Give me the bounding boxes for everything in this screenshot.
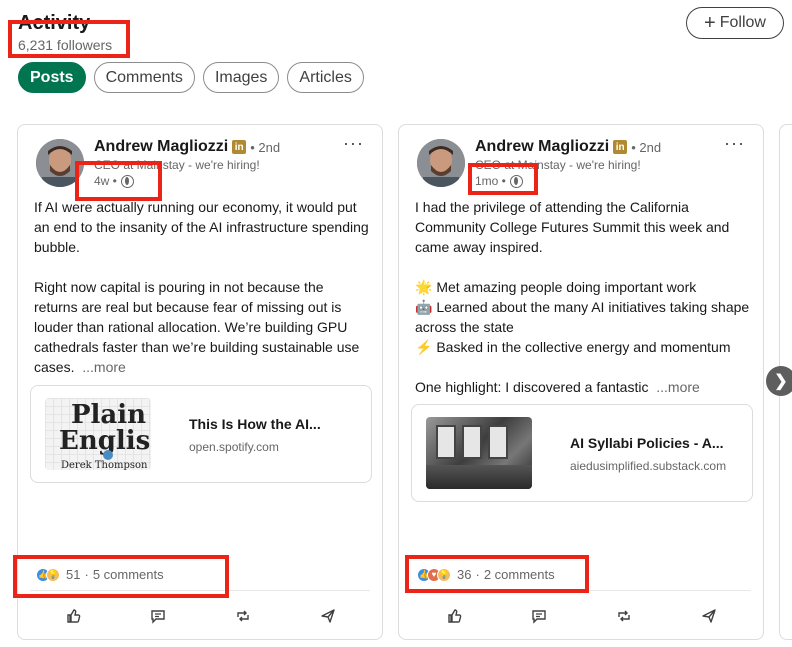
- see-more-link[interactable]: ...more: [656, 379, 700, 395]
- globe-icon: [509, 174, 523, 188]
- author-headline: CEO at Mainstay - we're hiring!: [94, 158, 260, 172]
- post-paragraph: 🌟 Met amazing people doing important wor…: [415, 279, 750, 355]
- post-age: 1mo •: [475, 174, 506, 188]
- link-source: open.spotify.com: [189, 440, 279, 454]
- insightful-reaction-icon: 💡: [46, 567, 60, 582]
- post-card[interactable]: Andrew Magliozzi in • 2nd CEO at Mainsta…: [398, 124, 764, 640]
- post-body: If AI were actually running our economy,…: [34, 197, 370, 377]
- post-actions: [411, 601, 751, 631]
- post-card[interactable]: Andrew Magliozzi in • 2nd CEO at Mainsta…: [17, 124, 383, 640]
- link-title: AI Syllabi Policies - A...: [570, 435, 724, 451]
- like-icon[interactable]: [434, 601, 474, 631]
- plus-icon: +: [704, 12, 716, 34]
- connection-degree: • 2nd: [250, 139, 281, 155]
- social-counts[interactable]: 👍 💡 51 · 5 comments: [36, 567, 164, 582]
- activity-panel: Activity 6,231 followers + Follow Posts …: [0, 0, 792, 647]
- link-preview[interactable]: AI Syllabi Policies - A... aiedusimplifi…: [411, 404, 753, 502]
- avatar[interactable]: [36, 139, 84, 187]
- tab-comments[interactable]: Comments: [93, 62, 195, 93]
- link-source: aiedusimplified.substack.com: [570, 459, 727, 473]
- link-preview[interactable]: Plain English Derek Thompson This Is How…: [30, 385, 372, 483]
- see-more-link[interactable]: ...more: [82, 359, 126, 375]
- send-icon[interactable]: [308, 601, 348, 631]
- activity-title: Activity: [18, 12, 91, 34]
- chevron-right-icon[interactable]: ❯: [766, 366, 792, 396]
- post-time: 4w •: [94, 174, 134, 188]
- author-name[interactable]: Andrew Magliozzi: [94, 138, 228, 156]
- send-icon[interactable]: [689, 601, 729, 631]
- comment-icon[interactable]: [519, 601, 559, 631]
- divider: [411, 590, 751, 591]
- link-thumbnail: [426, 417, 532, 489]
- linkedin-icon: in: [613, 140, 628, 154]
- globe-icon: [120, 174, 134, 188]
- more-icon[interactable]: ···: [724, 134, 745, 152]
- post-age: 4w •: [94, 174, 117, 188]
- post-paragraph: If AI were actually running our economy,…: [34, 199, 369, 255]
- comments-count[interactable]: 2 comments: [484, 567, 555, 582]
- more-icon[interactable]: ···: [343, 134, 364, 152]
- reaction-count: 51: [66, 567, 81, 582]
- author-name[interactable]: Andrew Magliozzi: [475, 138, 609, 156]
- post-body: I had the privilege of attending the Cal…: [415, 197, 751, 397]
- post-time: 1mo •: [475, 174, 523, 188]
- activity-tabs: Posts Comments Images Articles: [18, 62, 364, 93]
- post-actions: [30, 601, 370, 631]
- social-counts[interactable]: 👍 ♥ 💡 36 · 2 comments: [417, 567, 555, 582]
- comment-icon[interactable]: [138, 601, 178, 631]
- tab-images[interactable]: Images: [202, 62, 280, 93]
- author-headline: CEO at Mainstay - we're hiring!: [475, 158, 641, 172]
- linkedin-icon: in: [232, 140, 247, 154]
- reaction-count: 36: [457, 567, 472, 582]
- insightful-reaction-icon: 💡: [437, 567, 451, 582]
- comments-count[interactable]: 5 comments: [93, 567, 164, 582]
- follow-label: Follow: [719, 14, 766, 31]
- repost-icon[interactable]: [223, 601, 263, 631]
- tab-articles[interactable]: Articles: [287, 62, 364, 93]
- tab-posts[interactable]: Posts: [18, 62, 86, 93]
- connection-degree: • 2nd: [631, 139, 662, 155]
- link-title: This Is How the AI...: [189, 416, 321, 432]
- followers-count: 6,231 followers: [18, 37, 113, 53]
- repost-icon[interactable]: [604, 601, 644, 631]
- link-thumbnail: Plain English Derek Thompson: [45, 398, 151, 470]
- post-paragraph: One highlight: I discovered a fantastic: [415, 379, 649, 395]
- divider: [30, 590, 370, 591]
- avatar[interactable]: [417, 139, 465, 187]
- follow-button[interactable]: + Follow: [686, 7, 784, 39]
- post-paragraph: I had the privilege of attending the Cal…: [415, 199, 730, 255]
- like-icon[interactable]: [53, 601, 93, 631]
